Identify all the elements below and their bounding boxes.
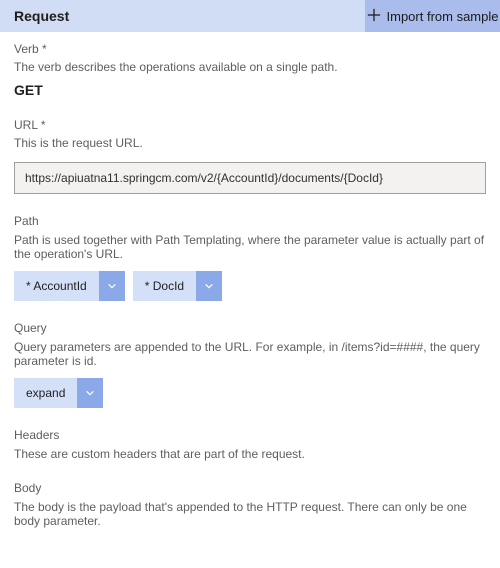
url-input[interactable] bbox=[14, 162, 486, 194]
import-label: Import from sample bbox=[387, 9, 499, 24]
body-desc: The body is the payload that's appended … bbox=[14, 500, 486, 528]
headers-label: Headers bbox=[14, 428, 486, 442]
body-section: Body The body is the payload that's appe… bbox=[14, 481, 486, 528]
path-desc: Path is used together with Path Templati… bbox=[14, 233, 486, 261]
headers-section: Headers These are custom headers that ar… bbox=[14, 428, 486, 461]
body-label: Body bbox=[14, 481, 486, 495]
chip-label: * AccountId bbox=[14, 271, 99, 301]
url-desc: This is the request URL. bbox=[14, 136, 486, 150]
verb-value: GET bbox=[14, 82, 486, 98]
path-chip-accountid[interactable]: * AccountId bbox=[14, 271, 125, 301]
chip-label: * DocId bbox=[133, 271, 196, 301]
header-title: Request bbox=[0, 0, 365, 32]
plus-icon bbox=[367, 8, 381, 25]
path-section: Path Path is used together with Path Tem… bbox=[14, 214, 486, 301]
query-chip-expand[interactable]: expand bbox=[14, 378, 103, 408]
query-label: Query bbox=[14, 321, 486, 335]
chip-label: expand bbox=[14, 378, 77, 408]
path-chips: * AccountId * DocId bbox=[14, 271, 486, 301]
verb-section: Verb * The verb describes the operations… bbox=[14, 42, 486, 98]
verb-desc: The verb describes the operations availa… bbox=[14, 60, 486, 74]
path-chip-docid[interactable]: * DocId bbox=[133, 271, 222, 301]
import-from-sample-button[interactable]: Import from sample bbox=[365, 0, 500, 32]
chevron-down-icon[interactable] bbox=[99, 271, 125, 301]
path-label: Path bbox=[14, 214, 486, 228]
chevron-down-icon[interactable] bbox=[77, 378, 103, 408]
query-chips: expand bbox=[14, 378, 486, 408]
query-desc: Query parameters are appended to the URL… bbox=[14, 340, 486, 368]
headers-desc: These are custom headers that are part o… bbox=[14, 447, 486, 461]
query-section: Query Query parameters are appended to t… bbox=[14, 321, 486, 408]
verb-label: Verb * bbox=[14, 42, 486, 56]
url-section: URL * This is the request URL. bbox=[14, 118, 486, 194]
url-label: URL * bbox=[14, 118, 486, 132]
header-bar: Request Import from sample bbox=[0, 0, 500, 32]
chevron-down-icon[interactable] bbox=[196, 271, 222, 301]
request-content: Verb * The verb describes the operations… bbox=[0, 32, 500, 568]
